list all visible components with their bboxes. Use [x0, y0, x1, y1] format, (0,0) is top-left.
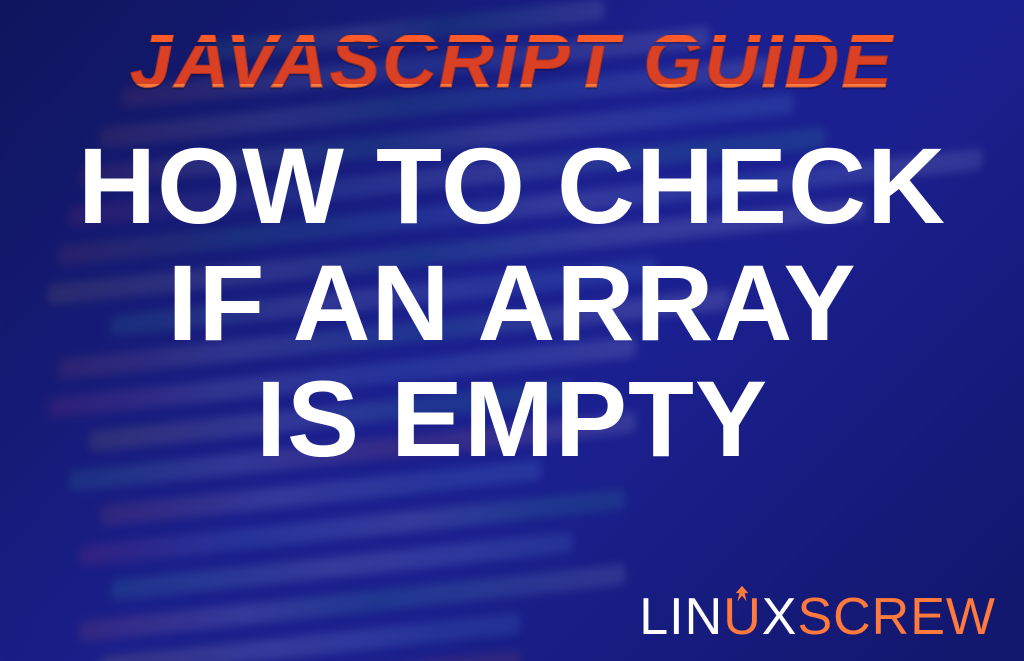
brand-segment-accent: U	[723, 591, 762, 643]
article-title: HOW TO CHECK IF AN ARRAY IS EMPTY	[0, 128, 1024, 478]
brand-segment: LIN	[639, 591, 723, 643]
penguin-icon	[731, 585, 753, 603]
brand-segment-accent: SCREW	[797, 591, 996, 643]
brand-segment: X	[762, 591, 798, 643]
site-logo: LINUXSCREW	[639, 591, 996, 643]
category-title: JAVASCRIPT GUIDE	[0, 24, 1024, 100]
